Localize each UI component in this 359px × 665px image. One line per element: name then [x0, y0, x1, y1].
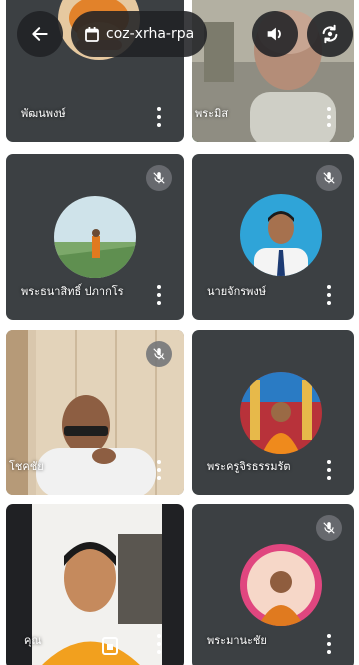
participant-avatar [240, 194, 322, 276]
mic-off-icon [316, 515, 342, 541]
mic-off-icon [316, 165, 342, 191]
participant-avatar [54, 196, 136, 278]
back-button[interactable] [17, 11, 63, 57]
switch-camera-button[interactable] [307, 11, 353, 57]
more-options-button[interactable] [326, 107, 332, 127]
picture-in-picture-button[interactable] [98, 633, 122, 659]
mic-off-icon [146, 165, 172, 191]
arrow-left-icon [32, 27, 48, 41]
participant-name: พระธนาสิทธิ์ ปภากโร [21, 285, 124, 298]
participant-name: คุณ [24, 634, 42, 647]
meeting-code-chip[interactable]: coz-xrha-rpa [71, 11, 207, 57]
participant-name: นายจักรพงษ์ [207, 285, 267, 298]
participant-avatar [240, 544, 322, 626]
more-options-button[interactable] [326, 460, 332, 480]
speaker-volume-icon [267, 27, 281, 41]
mic-off-icon [146, 341, 172, 367]
participant-tile-p8[interactable]: พระมานะชัย [192, 504, 354, 665]
participant-tile-p6[interactable]: พระครูจิรธรรมรัต [192, 330, 354, 495]
participant-tile-p3[interactable]: พระธนาสิทธิ์ ปภากโร [6, 154, 184, 320]
participant-name: พระครูจิรธรรมรัต [207, 460, 291, 473]
more-options-button[interactable] [326, 634, 332, 654]
self-video [32, 504, 162, 665]
participant-tile-self[interactable]: คุณ [6, 504, 184, 665]
more-options-button[interactable] [156, 107, 162, 127]
meeting-top-bar: coz-xrha-rpa [0, 0, 359, 70]
participant-name: พระมานะชัย [207, 634, 267, 647]
more-options-button[interactable] [326, 285, 332, 305]
participant-avatar [240, 372, 322, 454]
calendar-icon [85, 26, 99, 42]
more-options-button[interactable] [156, 285, 162, 305]
participant-tile-p4[interactable]: นายจักรพงษ์ [192, 154, 354, 320]
speaker-button[interactable] [252, 11, 298, 57]
participant-tile-p5[interactable]: โชคชัย [6, 330, 184, 495]
meeting-code: coz-xrha-rpa [106, 26, 195, 42]
switch-camera-icon [322, 24, 338, 44]
more-options-button[interactable] [156, 634, 162, 654]
more-options-button[interactable] [156, 460, 162, 480]
participant-name: พระมิส [195, 107, 229, 120]
participant-name: โชคชัย [9, 460, 44, 473]
participant-name: พัฒนพงษ์ [21, 107, 66, 120]
